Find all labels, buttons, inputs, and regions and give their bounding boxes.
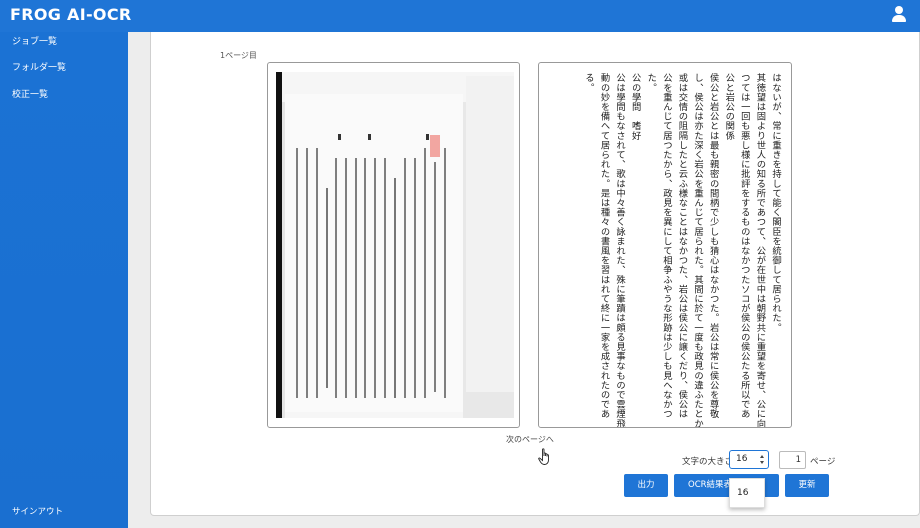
update-button[interactable]: 更新: [785, 474, 829, 497]
top-bar: FROG AI-OCR: [0, 0, 920, 32]
font-size-dropdown-list[interactable]: 16: [729, 478, 765, 508]
sidebar-item-proofreading[interactable]: 校正一覧: [12, 87, 48, 100]
page-number-input[interactable]: 1: [779, 451, 806, 469]
page-label: 1ページ目: [220, 51, 257, 60]
ocr-result-text[interactable]: はないが、常に重きを持して能く閣臣を統御して居られた。 其徳望は固より世人の知る…: [580, 73, 783, 427]
sidebar-item-folders[interactable]: フォルダ一覧: [12, 60, 66, 73]
spin-down-icon[interactable]: [760, 461, 764, 464]
hand-cursor-icon: [538, 448, 552, 466]
ocr-text-frame: はないが、常に重きを持して能く閣臣を統御して居られた。 其徳望は固より世人の知る…: [538, 62, 792, 428]
sidebar: ジョブ一覧 フォルダ一覧 校正一覧: [0, 32, 128, 528]
ocr-highlight-marker: [430, 135, 440, 157]
signout-link[interactable]: サインアウト: [12, 505, 63, 517]
font-size-select[interactable]: 16: [729, 450, 769, 469]
font-size-value: 16: [736, 454, 748, 464]
sidebar-item-jobs[interactable]: ジョブ一覧: [12, 34, 57, 47]
font-size-label: 文字の大きさ: [682, 457, 734, 467]
font-size-option[interactable]: 16: [737, 488, 748, 498]
scanned-page-image: [276, 72, 514, 418]
next-page-link[interactable]: 次のページへ: [506, 434, 554, 445]
spin-up-icon[interactable]: [760, 455, 764, 458]
page-unit-label: ページ: [810, 457, 836, 467]
user-icon[interactable]: [892, 6, 906, 22]
export-button[interactable]: 出力: [624, 474, 668, 497]
app-title: FROG AI-OCR: [10, 5, 132, 24]
